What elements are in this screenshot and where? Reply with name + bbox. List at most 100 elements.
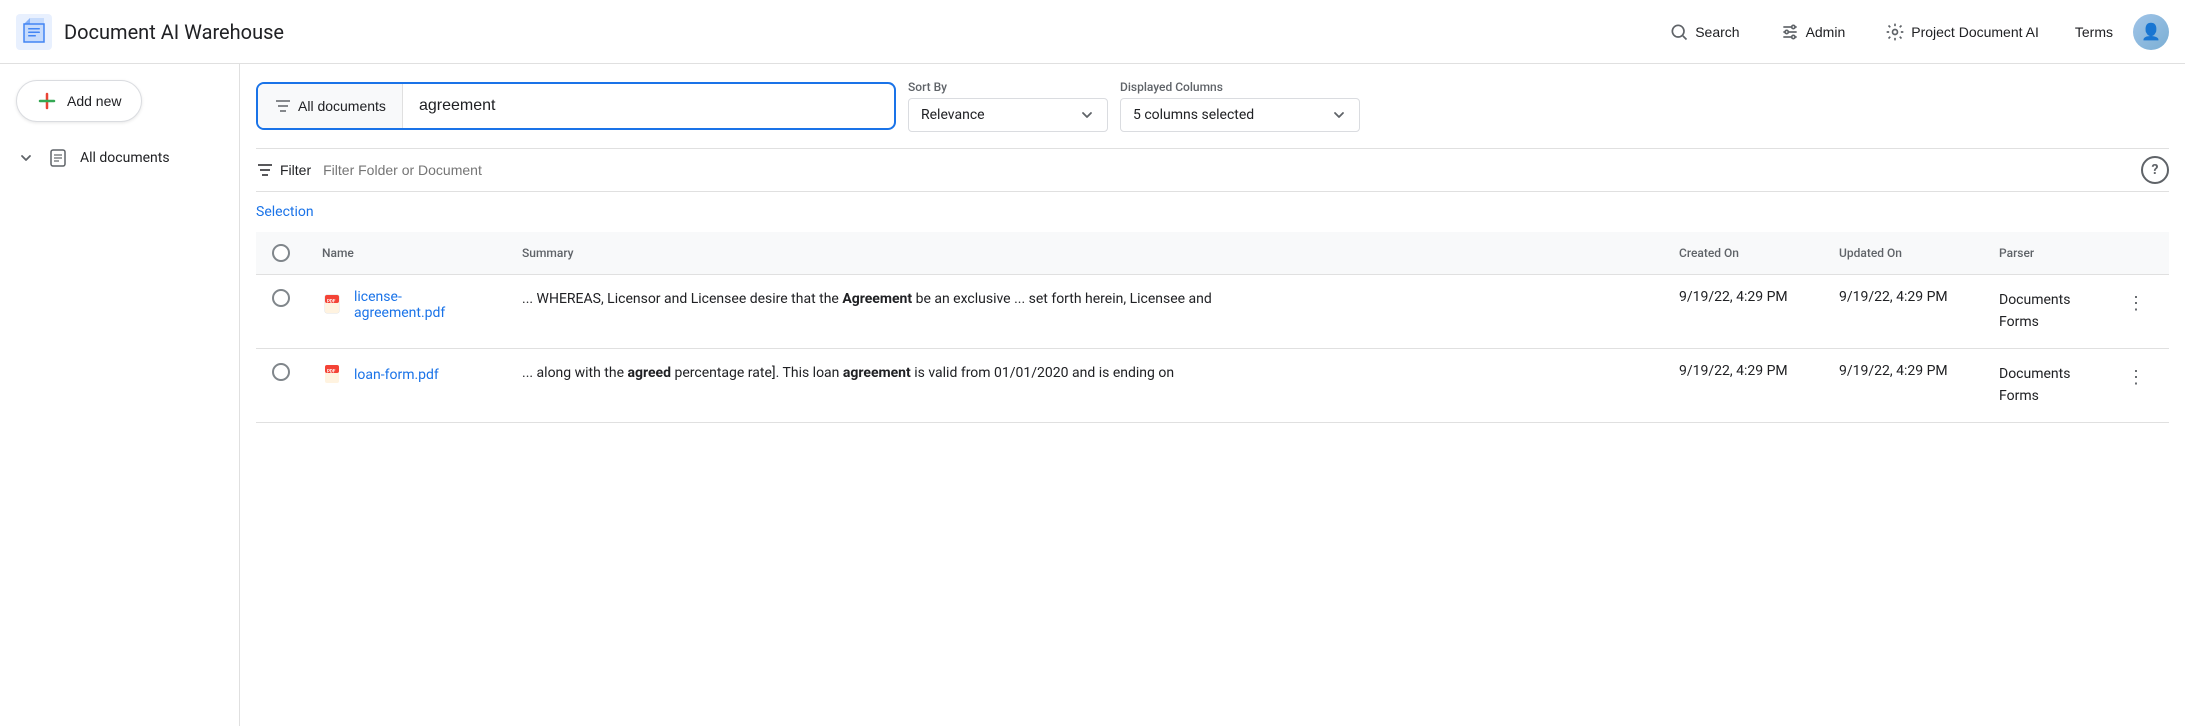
table-row: PDF license-agreement.pdf ... WHEREAS, L… [256,275,2169,349]
all-docs-filter-label: All documents [298,98,386,114]
columns-select[interactable]: 5 columns selected [1120,98,1360,132]
row1-created: 9/19/22, 4:29 PM [1679,289,1788,305]
row1-file-cell: PDF license-agreement.pdf [322,289,490,321]
row2-summary-cell: ... along with the agreed percentage rat… [506,348,1663,422]
nav-actions: Search Admin Project Document AI Terms [1653,14,2169,50]
svg-text:PDF: PDF [327,299,336,305]
row1-updated-cell: 9/19/22, 4:29 PM [1823,275,1983,349]
col-header-parser: Parser [1983,232,2103,275]
col-header-actions [2103,232,2169,275]
add-new-label: Add new [67,93,121,109]
sort-select[interactable]: Relevance [908,98,1108,132]
col-header-name: Name [306,232,506,275]
chevron-down-icon-2 [1331,107,1347,123]
admin-button[interactable]: Admin [1764,14,1862,50]
sort-value: Relevance [921,107,985,123]
all-docs-filter-button[interactable]: All documents [258,84,403,128]
row2-created: 9/19/22, 4:29 PM [1679,363,1788,379]
expand-icon [16,148,36,168]
search-nav-label: Search [1695,24,1739,40]
row1-actions-cell: ⋮ [2103,275,2169,349]
row1-parser-cell: Documents Forms [1983,275,2103,349]
top-nav: Document AI Warehouse Search Admin [0,0,2185,64]
help-icon[interactable]: ? [2141,156,2169,184]
main-layout: Add new All documents [0,64,2185,726]
avatar[interactable]: 👤 [2133,14,2169,50]
app-logo: Document AI Warehouse [16,14,284,50]
columns-value: 5 columns selected [1133,107,1254,123]
row2-checkbox[interactable] [272,363,290,381]
row1-created-cell: 9/19/22, 4:29 PM [1663,275,1823,349]
table-body: PDF license-agreement.pdf ... WHEREAS, L… [256,275,2169,423]
row2-updated-cell: 9/19/22, 4:29 PM [1823,348,1983,422]
row2-name-cell: PDF loan-form.pdf [306,348,506,422]
row2-bold2: agreement [843,365,911,381]
row1-name-cell: PDF license-agreement.pdf [306,275,506,349]
sort-label: Sort By [908,80,1108,94]
row1-checkbox-cell [256,275,306,349]
sort-dropdown: Sort By Relevance [908,80,1108,132]
project-label: Project Document AI [1911,24,2039,40]
filter-lines-icon [274,97,292,115]
filter-button[interactable]: Filter [256,161,311,179]
sidebar-item-all-documents[interactable]: All documents [0,138,239,178]
pdf-icon: PDF [322,293,346,317]
row2-actions-cell: ⋮ [2103,348,2169,422]
row2-checkbox-cell [256,348,306,422]
filter-icon [256,161,274,179]
columns-label: Displayed Columns [1120,80,1360,94]
row2-file-cell: PDF loan-form.pdf [322,363,490,387]
avatar-image: 👤 [2133,14,2169,50]
filter-label: Filter [280,162,311,178]
selection-label: Selection [256,196,314,228]
columns-dropdown: Displayed Columns 5 columns selected [1120,80,1360,132]
filter-row: Filter ? [256,148,2169,192]
documents-table: Name Summary Created On Updated On Parse… [256,232,2169,423]
row1-summary: ... WHEREAS, Licensor and Licensee desir… [522,289,1647,310]
col-header-summary: Summary [506,232,1663,275]
chevron-down-icon [1079,107,1095,123]
search-icon [1669,22,1689,42]
row1-checkbox[interactable] [272,289,290,307]
main-content: All documents Sort By Relevance Displaye… [240,64,2185,726]
row1-summary-cell: ... WHEREAS, Licensor and Licensee desir… [506,275,1663,349]
project-button[interactable]: Project Document AI [1869,14,2055,50]
selection-link[interactable]: Selection [256,196,2169,228]
row1-parser: Documents Forms [1999,289,2087,334]
row2-bold1: agreed [628,365,672,381]
document-icon [48,148,68,168]
app-logo-icon [16,14,52,50]
row1-filename[interactable]: license-agreement.pdf [354,289,490,321]
table-row: PDF loan-form.pdf ... along with the agr… [256,348,2169,422]
table-header: Name Summary Created On Updated On Parse… [256,232,2169,275]
filter-input[interactable] [311,162,2169,178]
pdf-icon-2: PDF [322,363,346,387]
row1-more-button[interactable]: ⋮ [2119,289,2153,318]
row2-created-cell: 9/19/22, 4:29 PM [1663,348,1823,422]
col-header-created: Created On [1663,232,1823,275]
row2-more-button[interactable]: ⋮ [2119,363,2153,392]
row2-parser-cell: Documents Forms [1983,348,2103,422]
row2-summary: ... along with the agreed percentage rat… [522,363,1647,384]
admin-label: Admin [1806,24,1846,40]
all-documents-label: All documents [80,150,170,166]
row2-filename[interactable]: loan-form.pdf [354,367,439,383]
add-new-button[interactable]: Add new [16,80,142,122]
search-nav-button[interactable]: Search [1653,14,1755,50]
admin-icon [1780,22,1800,42]
search-bar-area: All documents Sort By Relevance Displaye… [256,80,2169,132]
terms-button[interactable]: Terms [2063,16,2125,48]
row1-bold1: Agreement [842,291,912,307]
row2-updated: 9/19/22, 4:29 PM [1839,363,1948,379]
sidebar: Add new All documents [0,64,240,726]
row1-updated: 9/19/22, 4:29 PM [1839,289,1948,305]
search-input[interactable] [403,97,894,115]
svg-text:PDF: PDF [327,368,336,374]
app-title: Document AI Warehouse [64,20,284,44]
col-header-updated: Updated On [1823,232,1983,275]
header-checkbox[interactable] [272,244,290,262]
plus-icon [37,91,57,111]
search-input-wrapper: All documents [256,82,896,130]
col-header-checkbox [256,232,306,275]
gear-icon [1885,22,1905,42]
